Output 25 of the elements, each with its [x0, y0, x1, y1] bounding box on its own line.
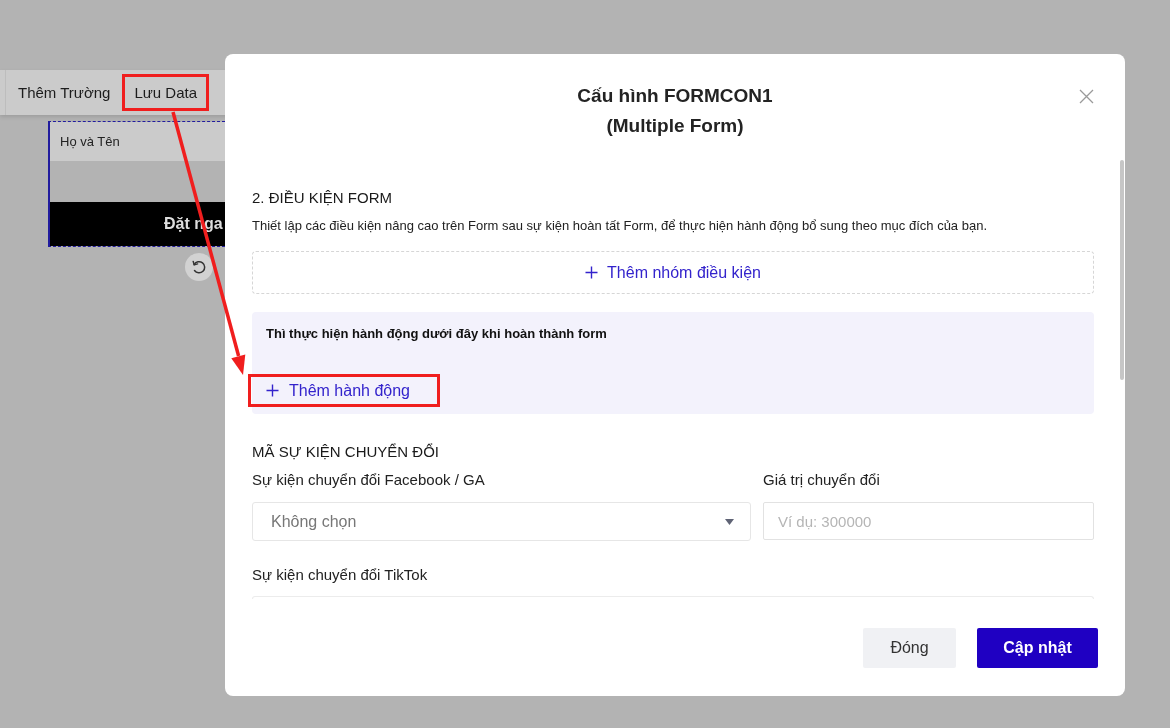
- add-group-button[interactable]: Thêm nhóm điều kiện: [252, 251, 1094, 294]
- scrollbar[interactable]: [1120, 160, 1124, 380]
- close-button[interactable]: Đóng: [863, 628, 956, 668]
- section-heading: 2. ĐIỀU KIỆN FORM: [252, 188, 394, 208]
- section-description: Thiết lập các điều kiện nâng cao trên Form sau sự kiện hoàn tất Form, để thực hiện hành động bổ sung theo mục đích của bạn.: [252, 217, 988, 235]
- select-field[interactable]: Không chọn: [252, 502, 751, 541]
- toolbar-button[interactable]: Lưu Data: [122, 74, 209, 111]
- field-label: Giá trị chuyển đổi: [763, 471, 881, 489]
- caret-icon: [725, 518, 734, 525]
- select-value: Không chọn: [271, 512, 357, 531]
- name-field[interactable]: Họ và Tên: [50, 122, 225, 161]
- panel-title: Thì thực hiện hành động dưới đây khi hoàn thành form: [266, 325, 608, 343]
- field-label: Sự kiện chuyển đổi TikTok: [252, 566, 429, 584]
- section-heading: MÃ SỰ KIỆN CHUYỂN ĐỔI: [252, 442, 440, 462]
- plus-icon: [585, 266, 599, 279]
- close-icon[interactable]: [1079, 89, 1094, 104]
- toolbar-button[interactable]: Thêm Trường: [6, 74, 123, 111]
- plus-icon: [266, 384, 279, 397]
- dialog-title: Cấu hình FORMCON1: [577, 84, 773, 108]
- update-button[interactable]: Cập nhật: [977, 628, 1098, 668]
- add-action-button[interactable]: Thêm hành động: [248, 374, 440, 407]
- rotate-icon[interactable]: [185, 253, 213, 281]
- field-label: Sự kiện chuyển đổi Facebook / GA: [252, 471, 486, 489]
- input-field[interactable]: Ví dụ: 300000: [763, 502, 1094, 540]
- dialog-subtitle: (Multiple Form): [605, 114, 745, 138]
